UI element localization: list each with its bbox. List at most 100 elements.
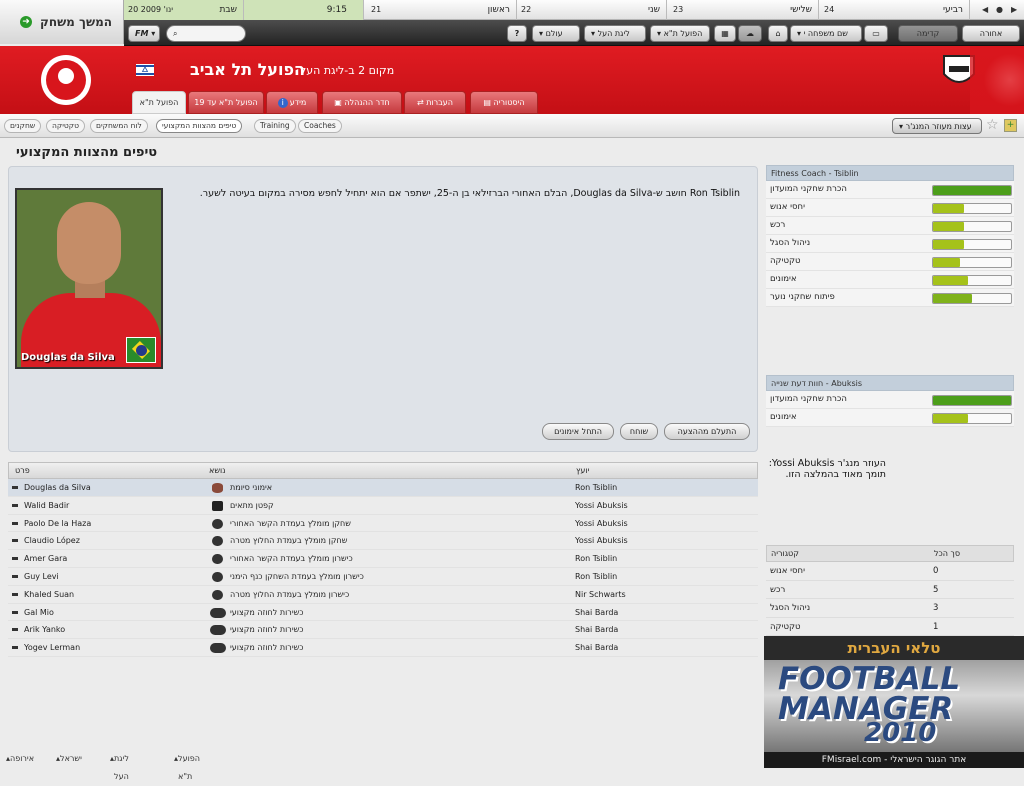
table-row[interactable]: Guy Levi כישרון מומלץ בעמדת השחקן כנף הימ… <box>8 568 758 586</box>
table-row[interactable]: Walid Badir קפטן מתאים Yossi Abuksis <box>8 497 758 515</box>
table-row[interactable]: Claudio López שחקן מומלץ בעמדת החלוץ מטרה… <box>8 532 758 551</box>
row-player[interactable]: Arik Yanko <box>24 621 65 638</box>
tab-label: חדר ההנהלה <box>344 98 390 107</box>
calendar-day-number: 22 <box>521 5 532 14</box>
row-advisor[interactable]: Ron Tsiblin <box>575 479 617 496</box>
calendar-prev-button[interactable]: ◀ <box>982 0 988 20</box>
tab-first-team[interactable]: הפועל ת"א <box>132 91 186 114</box>
attribute-bar <box>932 395 1012 406</box>
contract-group-icon <box>210 625 226 636</box>
column-header-subject[interactable]: נושא <box>209 463 225 479</box>
column-header-total[interactable]: סך הכל <box>934 546 960 562</box>
row-player[interactable]: Walid Badir <box>24 497 69 514</box>
favorite-star-icon[interactable]: ☆ <box>986 117 999 133</box>
breadcrumb-item[interactable]: ▴ ליגת העל <box>110 750 129 781</box>
subnav-staff-tips[interactable]: טיפים מהצוות המקצועי <box>156 119 243 133</box>
tab-history[interactable]: ▤ היסטוריה <box>470 91 538 114</box>
column-header-advisor[interactable]: יועץ <box>576 463 589 479</box>
assistant-name[interactable]: Yossi Abuksis: <box>769 458 835 469</box>
row-player[interactable]: Paolo De la Haza <box>24 515 91 532</box>
column-header-category[interactable]: קטגוריה <box>771 546 799 562</box>
attribute-bar-fill <box>933 414 969 423</box>
tab-info[interactable]: i מידע <box>266 91 318 114</box>
subnav-training[interactable]: Training <box>254 119 296 133</box>
table-row[interactable]: Khaled Suan כישרון מומלץ בעמדת החלוץ מטרה… <box>8 586 758 604</box>
row-advisor[interactable]: Nir Schwarts <box>575 586 626 603</box>
summary-row: יחסי אנוש 0 <box>766 562 1014 581</box>
breadcrumb-item[interactable]: ▴ הפועל ת"א <box>174 750 200 781</box>
second-opinion-title[interactable]: חוות דעת שנייה - Abuksis <box>766 375 1014 391</box>
row-player[interactable]: Khaled Suan <box>24 586 74 603</box>
club-name[interactable]: הפועל תל אביב <box>190 60 305 79</box>
discuss-button[interactable]: שוחח <box>620 423 658 440</box>
summary-total: 5 <box>933 584 939 595</box>
captain-armband-icon <box>212 500 223 511</box>
row-advisor[interactable]: Shai Barda <box>575 604 618 621</box>
league-menu-button[interactable]: ▾ ליגת העל <box>584 25 646 42</box>
profile-button[interactable]: ▭ <box>864 25 888 42</box>
calendar-day[interactable]: 21 ראשון <box>367 0 517 20</box>
add-note-icon[interactable]: + <box>1004 119 1017 132</box>
row-player[interactable]: Yogev Lerman <box>24 639 80 656</box>
subnav-fixtures[interactable]: לוח המשחקים <box>90 119 148 133</box>
back-button[interactable]: אחורה <box>962 25 1020 42</box>
tab-under-19[interactable]: הפועל ת"א עד 19 <box>188 91 264 114</box>
row-player[interactable]: Amer Gara <box>24 550 67 567</box>
continue-game-button[interactable]: ➜ המשך משחק <box>0 0 124 44</box>
row-advisor[interactable]: Yossi Abuksis <box>575 532 628 549</box>
calendar-next-button[interactable]: ▶ <box>1011 0 1017 20</box>
table-row[interactable]: Yogev Lerman כשירות לחוזה מקצועי Shai Bard… <box>8 639 758 657</box>
club-menu-button[interactable]: ▾ הפועל ת"א <box>650 25 710 42</box>
calendar-day-today[interactable]: 20 ינו' 2009 שבת <box>124 0 244 20</box>
table-row[interactable]: Amer Gara כישרון מומלץ בעמדת הקשר האחורי R… <box>8 550 758 568</box>
inbox-button[interactable]: ▦ <box>714 25 736 42</box>
calendar-day[interactable]: 24 רביעי <box>820 0 970 20</box>
row-player[interactable]: Claudio López <box>24 532 80 549</box>
media-button[interactable]: ☁ <box>738 25 762 42</box>
world-label: עולם <box>545 29 563 38</box>
subnav-coaches[interactable]: Coaches <box>298 119 342 133</box>
attribute-label: אימונים <box>770 412 797 422</box>
attribute-label: יחסי אנוש <box>770 202 805 212</box>
search-input[interactable]: ⌕ <box>166 25 246 42</box>
help-button[interactable]: ? <box>507 25 527 42</box>
start-training-button[interactable]: התחל אימונים <box>542 423 614 440</box>
table-row[interactable]: Arik Yanko כשירות לחוזה מקצועי Shai Barda <box>8 621 758 640</box>
assistant-advice-dropdown[interactable]: ▾ עצות מעוזר המנג'ר <box>892 118 982 134</box>
tip-description: Ron Tsiblin חושב ש-Douglas da Silva, הבל… <box>199 188 740 199</box>
watermark-heading: טלאי העברית <box>764 636 1024 660</box>
subnav-players[interactable]: שחקנים <box>4 119 42 133</box>
calendar-day[interactable]: 22 שני <box>517 0 667 20</box>
row-advisor[interactable]: Yossi Abuksis <box>575 515 628 532</box>
summary-category: רכש <box>770 584 786 595</box>
table-row[interactable]: Douglas da Silva אימוני סיומת Ron Tsiblin <box>8 479 758 497</box>
row-player[interactable]: Douglas da Silva <box>24 479 91 496</box>
home-button[interactable]: ⌂ <box>768 25 788 42</box>
column-header-player[interactable]: פרט <box>15 463 30 479</box>
row-player[interactable]: Gal Mio <box>24 604 54 621</box>
calendar-day[interactable]: 23 שלישי <box>669 0 819 20</box>
ignore-suggestion-button[interactable]: התעלם מההצעה <box>664 423 750 440</box>
row-player[interactable]: Guy Levi <box>24 568 59 585</box>
table-row[interactable]: Paolo De la Haza שחקן מומלץ בעמדת הקשר הא… <box>8 515 758 533</box>
row-subject: כשירות לחוזה מקצועי <box>230 607 304 617</box>
tab-transfers[interactable]: ⇄ העברות <box>404 91 466 114</box>
manager-menu-button[interactable]: ▾ שם משפחה י <box>790 25 862 42</box>
row-advisor[interactable]: Ron Tsiblin <box>575 568 617 585</box>
row-advisor[interactable]: Ron Tsiblin <box>575 550 617 567</box>
row-advisor[interactable]: Shai Barda <box>575 639 618 656</box>
world-menu-button[interactable]: ▾ עולם <box>532 25 580 42</box>
row-advisor[interactable]: Yossi Abuksis <box>575 497 628 514</box>
tab-boardroom[interactable]: ▣ חדר ההנהלה <box>322 91 402 114</box>
breadcrumb-item[interactable]: ▴ אירופה <box>6 750 34 768</box>
forward-button[interactable]: קדימה <box>898 25 958 42</box>
table-row[interactable]: Gal Mio כשירות לחוזה מקצועי Shai Barda <box>8 604 758 622</box>
subnav-tactics[interactable]: טקטיקה <box>46 119 85 133</box>
fm-menu-button[interactable]: FM ▾ <box>128 25 160 42</box>
calendar-today-button[interactable]: ● <box>996 0 1003 20</box>
attribute-bar <box>932 413 1012 424</box>
coach-panel-title[interactable]: Fitness Coach - Tsiblin <box>766 165 1014 181</box>
player-photo[interactable]: Douglas da Silva <box>15 188 163 369</box>
breadcrumb-item[interactable]: ▴ ישראל <box>56 750 82 768</box>
row-advisor[interactable]: Shai Barda <box>575 621 618 638</box>
